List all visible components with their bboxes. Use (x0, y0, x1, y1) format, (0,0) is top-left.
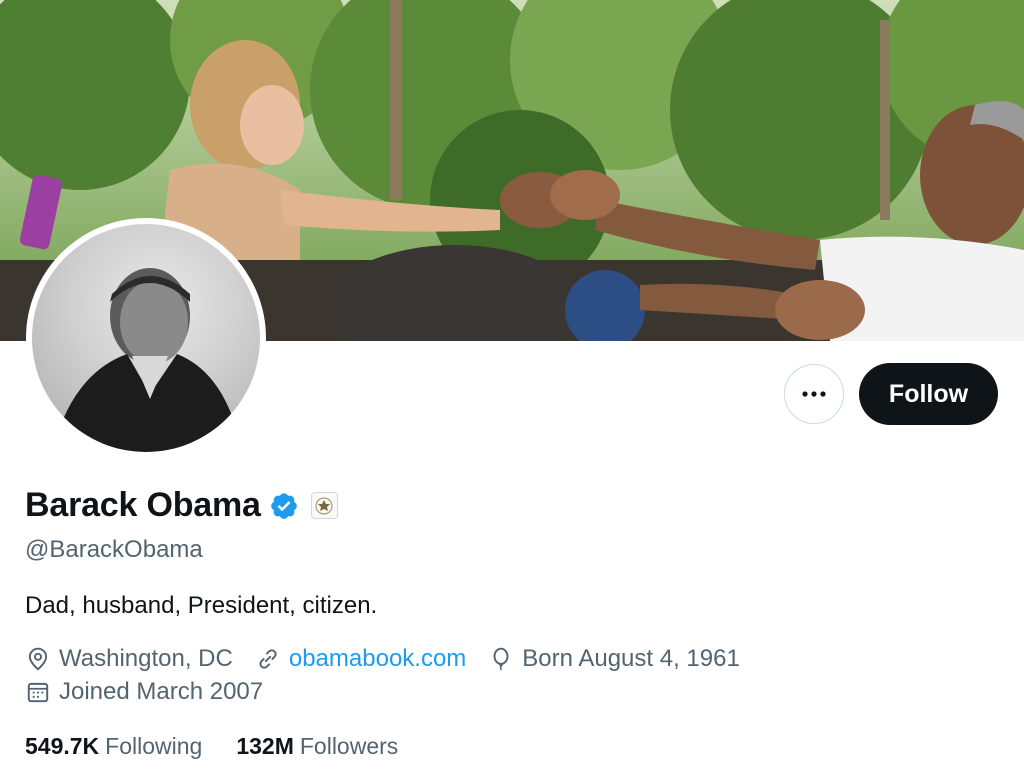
profile-name-row: Barack Obama (25, 486, 338, 525)
display-name: Barack Obama (25, 486, 261, 524)
joined-item: Joined March 2007 (25, 678, 263, 706)
link-icon (259, 649, 277, 669)
location-text: Washington, DC (59, 645, 233, 672)
following-count: 549.7K (25, 733, 100, 759)
profile-bio: Dad, husband, President, citizen. (25, 592, 378, 619)
joined-text: Joined March 2007 (59, 678, 264, 705)
profile-meta-row: Washington, DC obamabook.com Born August… (25, 645, 762, 673)
birthday-item: Born August 4, 1961 (488, 645, 740, 673)
location-pin-icon (28, 647, 48, 671)
following-link[interactable]: 549.7K Following (25, 733, 202, 760)
website-link[interactable]: obamabook.com (289, 645, 466, 673)
website-item[interactable]: obamabook.com (255, 645, 466, 673)
following-label: Following (105, 733, 203, 759)
birthday-text: Born August 4, 1961 (522, 645, 740, 672)
follow-button[interactable]: Follow (859, 363, 998, 425)
profile-avatar[interactable] (26, 218, 266, 458)
balloon-icon (493, 647, 509, 671)
location-item: Washington, DC (25, 645, 233, 673)
verified-checkmark-icon[interactable] (269, 491, 299, 521)
profile-stats: 549.7K Following 132M Followers (25, 733, 432, 760)
followers-link[interactable]: 132M Followers (236, 733, 398, 760)
avatar-photo (32, 224, 260, 452)
calendar-icon (27, 682, 49, 703)
more-options-button[interactable] (784, 364, 844, 424)
more-horizontal-icon (802, 391, 826, 397)
profile-handle: @BarackObama (25, 536, 203, 563)
followers-count: 132M (236, 733, 294, 759)
us-government-seal-icon[interactable] (310, 492, 338, 519)
profile-meta-row-joined: Joined March 2007 (25, 678, 285, 706)
followers-label: Followers (299, 733, 399, 759)
